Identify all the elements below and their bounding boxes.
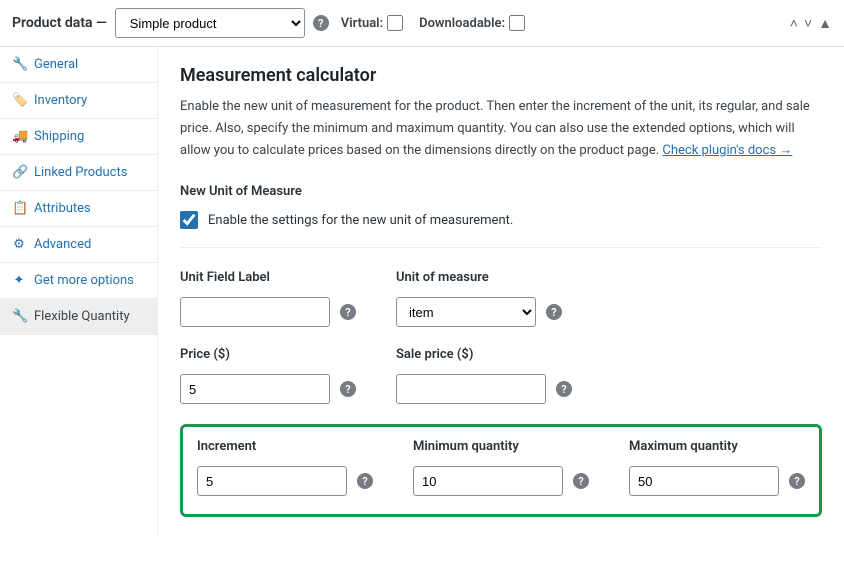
help-icon[interactable]: ? bbox=[340, 381, 356, 397]
field-label: Price ($) bbox=[180, 347, 356, 362]
list-icon: 📋 bbox=[12, 201, 26, 216]
truck-icon: 🚚 bbox=[12, 129, 26, 144]
help-icon[interactable]: ? bbox=[546, 304, 562, 320]
field-max-qty: Maximum quantity ? bbox=[629, 439, 805, 496]
help-icon[interactable]: ? bbox=[573, 473, 589, 489]
field-min-qty: Minimum quantity ? bbox=[413, 439, 589, 496]
help-icon[interactable]: ? bbox=[357, 473, 373, 489]
link-icon: 🔗 bbox=[12, 165, 26, 180]
help-icon[interactable]: ? bbox=[340, 304, 356, 320]
sparkle-icon: ✦ bbox=[12, 273, 26, 288]
sale-price-input[interactable] bbox=[396, 374, 546, 404]
content-heading: Measurement calculator bbox=[180, 65, 822, 86]
unit-field-label-input[interactable] bbox=[180, 297, 330, 327]
wrench-icon: 🔧 bbox=[12, 309, 26, 324]
help-icon[interactable]: ? bbox=[789, 473, 805, 489]
panel-body: 🔧 General 🏷️ Inventory 🚚 Shipping 🔗 Link… bbox=[0, 47, 844, 535]
unit-of-measure-select[interactable]: item bbox=[396, 297, 536, 327]
panel-title: Product data — bbox=[12, 15, 107, 31]
sidebar-item-label: General bbox=[34, 57, 78, 72]
sidebar-item-inventory[interactable]: 🏷️ Inventory bbox=[0, 83, 157, 119]
help-icon[interactable]: ? bbox=[313, 15, 329, 31]
sidebar-item-label: Flexible Quantity bbox=[34, 309, 130, 324]
sidebar-item-label: Inventory bbox=[34, 93, 87, 108]
tag-icon: 🏷️ bbox=[12, 93, 26, 108]
sidebar: 🔧 General 🏷️ Inventory 🚚 Shipping 🔗 Link… bbox=[0, 47, 158, 535]
gear-icon: ⚙ bbox=[12, 237, 26, 252]
max-qty-input[interactable] bbox=[629, 466, 779, 496]
docs-link[interactable]: Check plugin's docs → bbox=[662, 143, 792, 158]
content-area: Measurement calculator Enable the new un… bbox=[158, 47, 844, 535]
virtual-toggle[interactable]: Virtual: bbox=[341, 15, 403, 31]
downloadable-toggle[interactable]: Downloadable: bbox=[419, 15, 525, 31]
panel-controls: ˄ ˅ ▲ bbox=[790, 15, 832, 32]
field-label: Unit Field Label bbox=[180, 270, 356, 285]
field-increment: Increment ? bbox=[197, 439, 373, 496]
sidebar-item-more[interactable]: ✦ Get more options bbox=[0, 263, 157, 299]
sidebar-item-label: Advanced bbox=[34, 237, 91, 252]
wrench-icon: 🔧 bbox=[12, 57, 26, 72]
sidebar-item-label: Attributes bbox=[34, 201, 91, 216]
sidebar-item-advanced[interactable]: ⚙ Advanced bbox=[0, 227, 157, 263]
field-unit-label: Unit Field Label ? bbox=[180, 270, 356, 327]
field-price: Price ($) ? bbox=[180, 347, 356, 404]
downloadable-label: Downloadable: bbox=[419, 16, 505, 31]
field-label: Sale price ($) bbox=[396, 347, 572, 362]
sidebar-item-attributes[interactable]: 📋 Attributes bbox=[0, 191, 157, 227]
field-sale-price: Sale price ($) ? bbox=[396, 347, 572, 404]
product-type-select[interactable]: Simple product bbox=[115, 8, 305, 38]
enable-label: Enable the settings for the new unit of … bbox=[208, 213, 513, 228]
move-up-icon[interactable]: ˄ bbox=[790, 15, 798, 32]
field-label: Unit of measure bbox=[396, 270, 562, 285]
field-label: Minimum quantity bbox=[413, 439, 589, 454]
downloadable-checkbox[interactable] bbox=[509, 15, 525, 31]
enable-row: Enable the settings for the new unit of … bbox=[180, 211, 822, 248]
field-unit-of-measure: Unit of measure item ? bbox=[396, 270, 562, 327]
sidebar-item-shipping[interactable]: 🚚 Shipping bbox=[0, 119, 157, 155]
highlighted-quantity-box: Increment ? Minimum quantity ? Maximum q… bbox=[180, 424, 822, 517]
increment-input[interactable] bbox=[197, 466, 347, 496]
min-qty-input[interactable] bbox=[413, 466, 563, 496]
field-label: Maximum quantity bbox=[629, 439, 805, 454]
virtual-checkbox[interactable] bbox=[387, 15, 403, 31]
sidebar-item-label: Shipping bbox=[34, 129, 84, 144]
sidebar-item-label: Linked Products bbox=[34, 165, 127, 180]
content-description: Enable the new unit of measurement for t… bbox=[180, 96, 822, 162]
panel-header: Product data — Simple product ? Virtual:… bbox=[0, 0, 844, 47]
sidebar-item-label: Get more options bbox=[34, 273, 134, 288]
sidebar-item-general[interactable]: 🔧 General bbox=[0, 47, 157, 83]
price-input[interactable] bbox=[180, 374, 330, 404]
virtual-label: Virtual: bbox=[341, 16, 383, 31]
move-down-icon[interactable]: ˅ bbox=[804, 15, 812, 32]
new-unit-title: New Unit of Measure bbox=[180, 184, 822, 199]
sidebar-item-linked[interactable]: 🔗 Linked Products bbox=[0, 155, 157, 191]
help-icon[interactable]: ? bbox=[556, 381, 572, 397]
collapse-icon[interactable]: ▲ bbox=[818, 15, 832, 32]
enable-checkbox[interactable] bbox=[180, 211, 198, 229]
field-label: Increment bbox=[197, 439, 373, 454]
sidebar-item-flexible-quantity[interactable]: 🔧 Flexible Quantity bbox=[0, 299, 157, 335]
